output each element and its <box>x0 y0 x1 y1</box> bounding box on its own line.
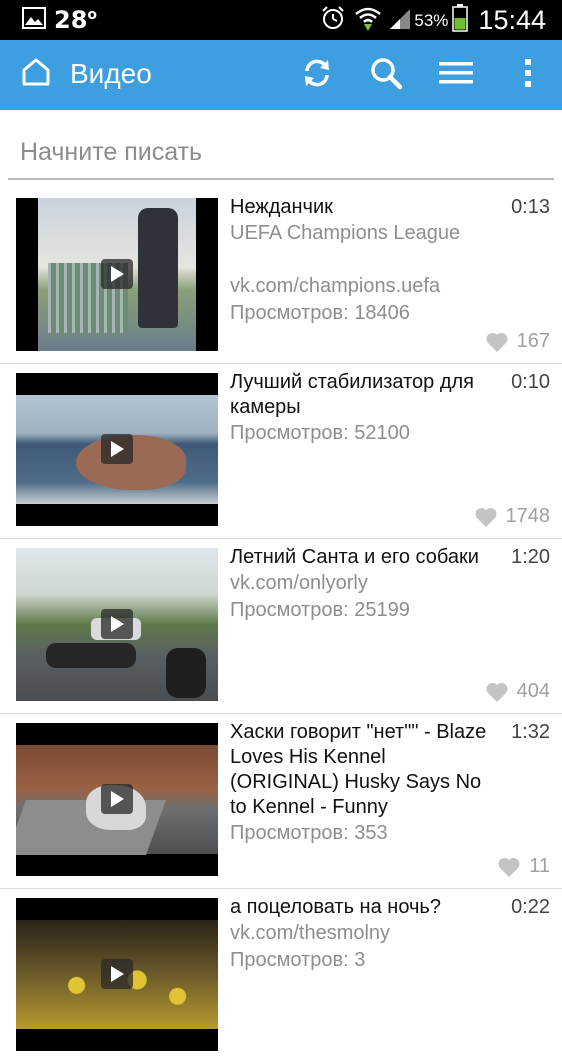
search-input[interactable] <box>8 126 554 180</box>
heart-icon <box>486 332 508 352</box>
video-title: Летний Санта и его собаки vk.com/onlyorl… <box>230 545 498 624</box>
video-title: Нежданчик UEFA Champions League vk.com/c… <box>230 195 498 327</box>
home-icon <box>20 56 52 93</box>
menu-button[interactable] <box>434 53 478 97</box>
heart-icon <box>474 507 497 527</box>
video-title-text: Нежданчик <box>230 196 333 218</box>
video-thumbnail[interactable] <box>16 198 218 351</box>
video-duration: 1:20 <box>511 546 550 568</box>
signal-icon <box>388 6 412 35</box>
likes-count: 1748 <box>505 505 551 527</box>
search-container <box>8 126 554 182</box>
video-link[interactable]: vk.com/champions.uefa <box>230 273 498 300</box>
play-icon <box>101 959 133 989</box>
video-item[interactable]: Летний Санта и его собаки vk.com/onlyorl… <box>0 539 562 714</box>
video-title-text: Лучший стабилизатор для камеры <box>230 371 475 418</box>
video-likes[interactable]: 404 <box>485 680 550 703</box>
video-author: UEFA Champions League <box>230 222 461 244</box>
video-likes[interactable]: 11 <box>497 855 550 878</box>
likes-count: 404 <box>516 680 550 702</box>
play-icon <box>101 609 133 639</box>
video-list: Нежданчик UEFA Champions League vk.com/c… <box>0 189 562 1064</box>
battery-icon <box>452 4 469 37</box>
video-views: Просмотров: 18406 <box>230 302 410 324</box>
video-duration: 0:22 <box>511 896 550 918</box>
video-thumbnail[interactable] <box>16 548 218 701</box>
overflow-menu-button[interactable] <box>506 53 550 97</box>
video-views: Просмотров: 25199 <box>230 599 410 621</box>
video-duration: 1:32 <box>511 721 550 743</box>
temperature: 28o <box>54 6 98 34</box>
video-views: Просмотров: 353 <box>230 822 388 844</box>
video-item[interactable]: а поцеловать на ночь? vk.com/thesmolny П… <box>0 889 562 1064</box>
app-bar: Видео <box>0 40 562 110</box>
home-button[interactable] <box>16 54 56 94</box>
video-title-text: Хаски говорит "нет"" - Blaze Loves His K… <box>230 721 487 818</box>
refresh-icon <box>301 57 333 94</box>
video-title-text: а поцеловать на ночь? <box>230 896 441 918</box>
video-item[interactable]: Лучший стабилизатор для камеры Просмотро… <box>0 364 562 539</box>
alarm-icon <box>320 5 346 36</box>
gallery-icon <box>22 6 46 34</box>
video-thumbnail[interactable] <box>16 723 218 876</box>
hamburger-icon <box>439 60 473 91</box>
video-title: Хаски говорит "нет"" - Blaze Loves His K… <box>230 720 498 847</box>
play-icon <box>101 434 133 464</box>
video-item[interactable]: Нежданчик UEFA Champions League vk.com/c… <box>0 189 562 364</box>
status-bar: 28o 53% 15:44 <box>0 0 562 40</box>
wifi-icon <box>354 5 382 36</box>
clock: 15:44 <box>478 5 546 35</box>
video-likes[interactable]: 1748 <box>474 505 551 528</box>
battery-percent: 53% <box>414 10 449 30</box>
video-thumbnail[interactable] <box>16 373 218 526</box>
more-vert-icon <box>524 58 532 93</box>
video-views: Просмотров: 52100 <box>230 422 410 444</box>
video-link[interactable]: vk.com/onlyorly <box>230 570 498 597</box>
search-icon <box>369 56 403 95</box>
video-duration: 0:13 <box>511 196 550 218</box>
play-icon <box>101 259 133 289</box>
refresh-button[interactable] <box>295 53 339 97</box>
video-views: Просмотров: 3 <box>230 949 366 971</box>
video-title: Лучший стабилизатор для камеры Просмотро… <box>230 370 498 447</box>
likes-count: 167 <box>516 330 550 352</box>
heart-icon <box>498 857 520 877</box>
play-icon <box>101 784 133 814</box>
video-likes[interactable]: 167 <box>485 330 550 353</box>
video-title: а поцеловать на ночь? vk.com/thesmolny П… <box>230 895 498 974</box>
video-duration: 0:10 <box>511 371 550 393</box>
video-thumbnail[interactable] <box>16 898 218 1051</box>
page-title: Видео <box>70 58 152 89</box>
search-button[interactable] <box>364 53 408 97</box>
video-item[interactable]: Хаски говорит "нет"" - Blaze Loves His K… <box>0 714 562 889</box>
heart-icon <box>486 682 508 702</box>
video-title-text: Летний Санта и его собаки <box>230 546 479 568</box>
video-link[interactable]: vk.com/thesmolny <box>230 920 498 947</box>
likes-count: 11 <box>529 855 550 877</box>
